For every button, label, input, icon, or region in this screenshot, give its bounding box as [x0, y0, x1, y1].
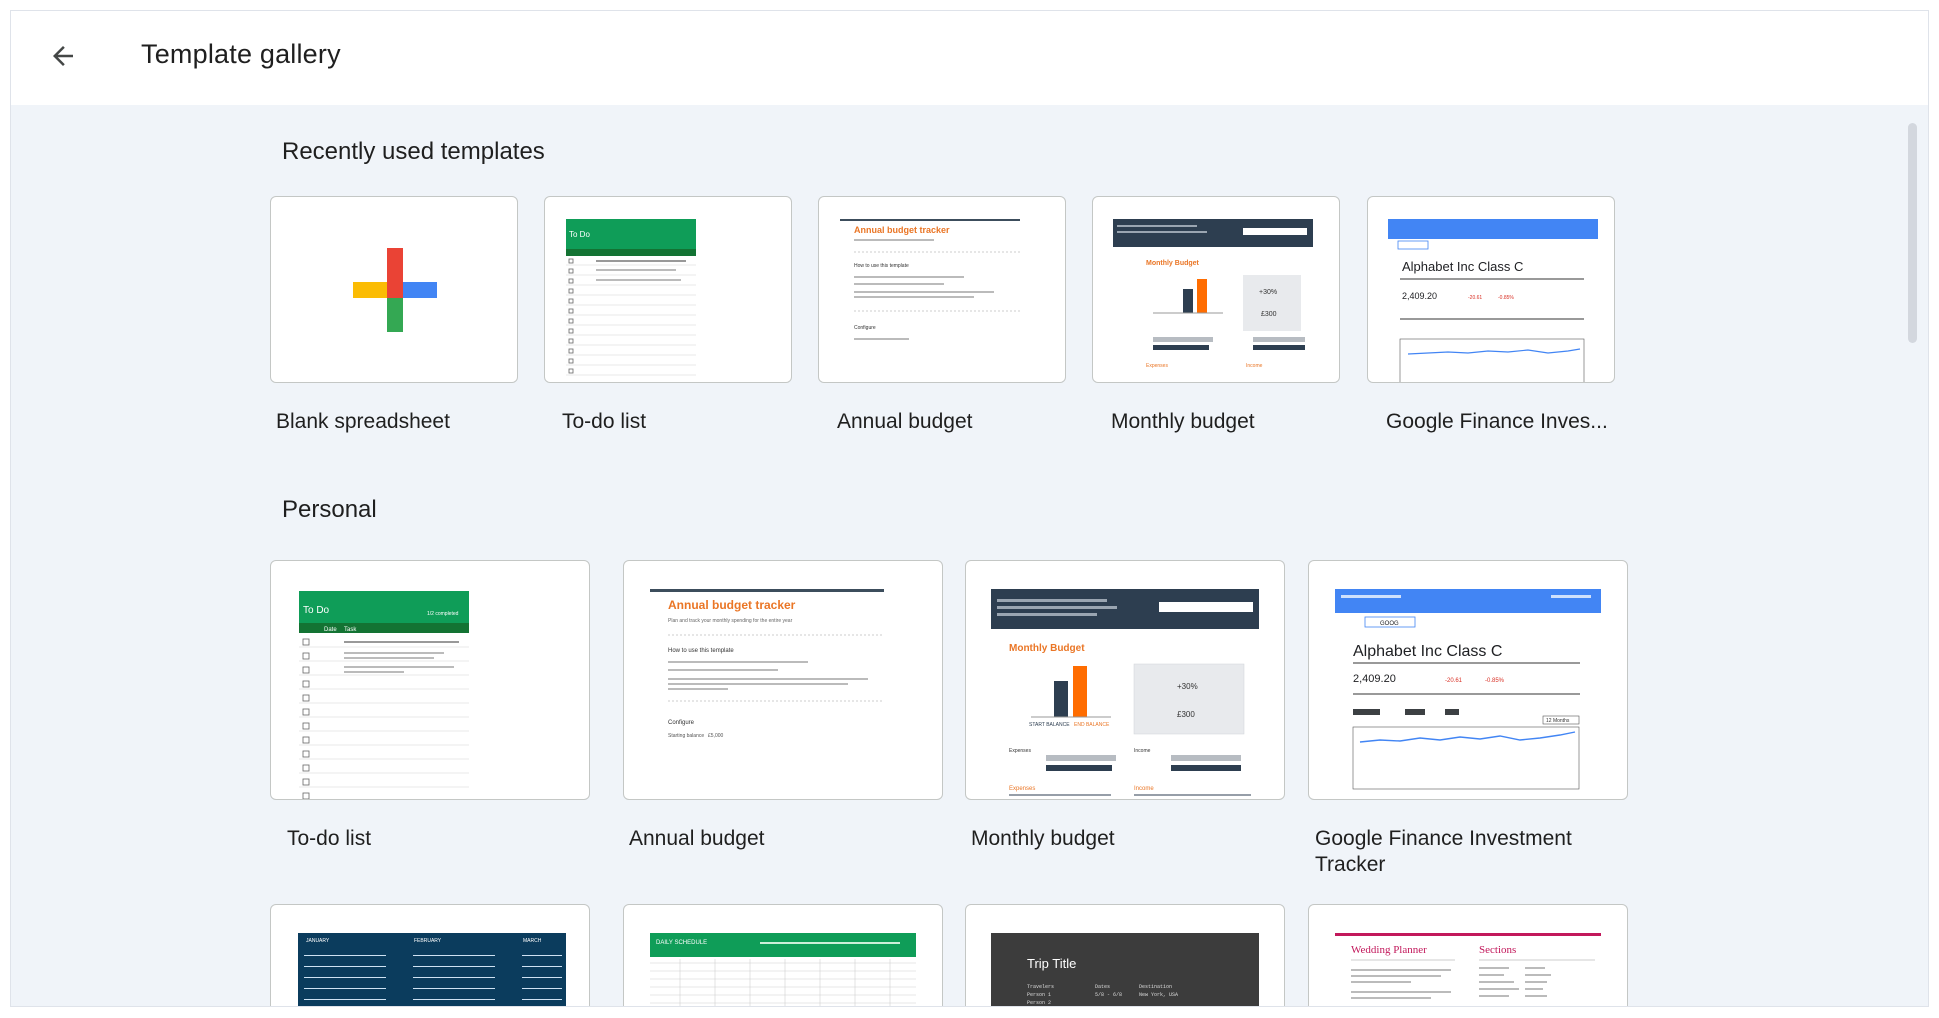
- template-card-blank-spreadsheet[interactable]: [270, 196, 518, 383]
- add-plus-icon: [353, 248, 437, 332]
- finance-thumbnail: Alphabet Inc Class C 2,409.20 -20.61 -0.…: [1388, 219, 1598, 382]
- wedding-heading: Wedding Planner: [1351, 944, 1427, 956]
- template-label: Blank spreadsheet: [276, 410, 450, 433]
- annual-heading: Annual budget tracker: [854, 225, 950, 235]
- monthly-income: Income: [1134, 786, 1154, 792]
- monthly-budget-thumbnail: Monthly Budget +30% £300 Expenses Income: [1113, 219, 1313, 382]
- monthly-start: START BALANCE: [1029, 722, 1070, 728]
- finance-price: 2,409.20: [1402, 291, 1437, 301]
- wedding-thumbnail: Wedding Planner Sections: [1335, 933, 1605, 1006]
- monthly-pct: +30%: [1177, 682, 1198, 691]
- monthly-expenses: Expenses: [1009, 786, 1035, 792]
- annual-configure: Configure: [854, 325, 876, 331]
- template-card-trip-planner[interactable]: Trip Title Travelers Person 1 Person 2 D…: [965, 904, 1285, 1006]
- trip-destination-label: Destination: [1139, 984, 1172, 990]
- template-card-google-finance[interactable]: Alphabet Inc Class C 2,409.20 -20.61 -0.…: [1367, 196, 1615, 383]
- trip-thumbnail: Trip Title Travelers Person 1 Person 2 D…: [991, 933, 1261, 1006]
- annual-howto: How to use this template: [668, 648, 734, 654]
- monthly-heading: Monthly Budget: [1146, 260, 1200, 267]
- template-card-annual-budget[interactable]: Annual budget tracker How to use this te…: [818, 196, 1066, 383]
- template-card-todo-list[interactable]: To Do: [544, 196, 792, 383]
- template-card-wedding-planner[interactable]: Wedding Planner Sections: [1308, 904, 1628, 1006]
- todo-completed: 1/2 completed: [427, 611, 459, 617]
- template-card-monthly-budget[interactable]: Monthly Budget +30% £300 Expenses Income: [1092, 196, 1340, 383]
- scrollbar[interactable]: [1898, 105, 1928, 1006]
- finance-change: -20.61: [1445, 678, 1463, 684]
- finance-company: Alphabet Inc Class C: [1353, 643, 1502, 660]
- annual-budget-thumbnail: Annual budget tracker How to use this te…: [840, 219, 1025, 359]
- annual-configure: Configure: [668, 720, 695, 726]
- monthly-budget-thumbnail: Monthly Budget START BALANCE END BALANCE…: [991, 589, 1261, 799]
- template-card-annual-budget[interactable]: Annual budget tracker Plan and track you…: [623, 560, 943, 800]
- monthly-expenses: Expenses: [1146, 363, 1168, 369]
- section-title-personal: Personal: [282, 496, 377, 523]
- schedule-thumbnail: DAILY SCHEDULE: [650, 933, 920, 1006]
- trip-destination: New York, USA: [1139, 992, 1178, 998]
- wedding-sections: Sections: [1479, 944, 1516, 956]
- top-bar: Template gallery: [11, 11, 1928, 105]
- todo-heading: To Do: [303, 605, 330, 616]
- trip-person-1: Person 1: [1027, 992, 1051, 998]
- todo-thumbnail: To Do 1/2 completed Date Task: [299, 591, 469, 799]
- trip-dates-label: Dates: [1095, 984, 1110, 990]
- finance-ticker: GOOG: [1380, 621, 1399, 627]
- monthly-saved: £300: [1261, 311, 1277, 318]
- template-card-monthly-budget[interactable]: Monthly Budget START BALANCE END BALANCE…: [965, 560, 1285, 800]
- finance-price: 2,409.20: [1353, 673, 1396, 685]
- todo-thumbnail: To Do: [566, 219, 696, 382]
- template-card-annual-calendar[interactable]: JANUARY FEBRUARY MARCH: [270, 904, 590, 1006]
- arrow-back-icon: [48, 41, 78, 76]
- schedule-heading: DAILY SCHEDULE: [656, 940, 707, 946]
- monthly-saved: £300: [1177, 710, 1195, 719]
- section-title-recent: Recently used templates: [282, 138, 545, 165]
- template-card-daily-schedule[interactable]: DAILY SCHEDULE: [623, 904, 943, 1006]
- finance-range: 12 Months: [1546, 718, 1570, 724]
- template-label: Monthly budget: [971, 827, 1115, 850]
- template-label: To-do list: [287, 827, 372, 850]
- calendar-thumbnail: JANUARY FEBRUARY MARCH: [298, 933, 568, 1006]
- finance-pct: -0.85%: [1485, 678, 1505, 684]
- trip-person-2: Person 2: [1027, 1000, 1051, 1006]
- todo-col-task: Task: [344, 627, 357, 633]
- todo-col-date: Date: [324, 627, 337, 633]
- scrollbar-thumb[interactable]: [1908, 123, 1917, 343]
- monthly-pct: +30%: [1259, 289, 1277, 296]
- trip-dates: 5/8 - 6/8: [1095, 992, 1122, 998]
- annual-subtitle: Plan and track your monthly spending for…: [668, 618, 793, 624]
- calendar-month-1: JANUARY: [306, 938, 330, 944]
- trip-heading: Trip Title: [1027, 956, 1076, 971]
- back-button[interactable]: [41, 36, 85, 80]
- trip-travelers: Travelers: [1027, 984, 1054, 990]
- annual-heading: Annual budget tracker: [668, 598, 796, 612]
- template-label: Monthly budget: [1111, 410, 1255, 433]
- annual-amount: £5,000: [708, 733, 724, 739]
- monthly-expenses-label: Expenses: [1009, 748, 1031, 754]
- monthly-income: Income: [1246, 363, 1263, 369]
- template-label: Google Finance Investment Tracker: [1315, 827, 1572, 876]
- template-label: Annual budget: [837, 410, 973, 433]
- template-card-google-finance[interactable]: GOOG Alphabet Inc Class C 2,409.20 -20.6…: [1308, 560, 1628, 800]
- annual-howto: How to use this template: [854, 263, 909, 269]
- annual-budget-thumbnail: Annual budget tracker Plan and track you…: [650, 589, 890, 759]
- finance-pct: -0.85%: [1498, 295, 1514, 301]
- monthly-income-label: Income: [1134, 748, 1151, 754]
- template-label: Google Finance Inves...: [1386, 410, 1608, 433]
- template-gallery-window: Template gallery Recently used templates…: [11, 11, 1928, 1006]
- monthly-end: END BALANCE: [1074, 722, 1110, 728]
- finance-company: Alphabet Inc Class C: [1402, 259, 1523, 274]
- template-label: To-do list: [562, 410, 647, 433]
- annual-starting: Starting balance: [668, 733, 704, 739]
- finance-thumbnail: GOOG Alphabet Inc Class C 2,409.20 -20.6…: [1335, 589, 1605, 799]
- page-title: Template gallery: [141, 39, 341, 69]
- template-card-todo-list[interactable]: To Do 1/2 completed Date Task: [270, 560, 590, 800]
- template-label: Annual budget: [629, 827, 765, 850]
- calendar-month-2: FEBRUARY: [414, 938, 442, 944]
- todo-heading: To Do: [569, 230, 590, 239]
- monthly-heading: Monthly Budget: [1009, 643, 1085, 654]
- finance-change: -20.61: [1468, 295, 1482, 301]
- calendar-month-3: MARCH: [523, 938, 542, 944]
